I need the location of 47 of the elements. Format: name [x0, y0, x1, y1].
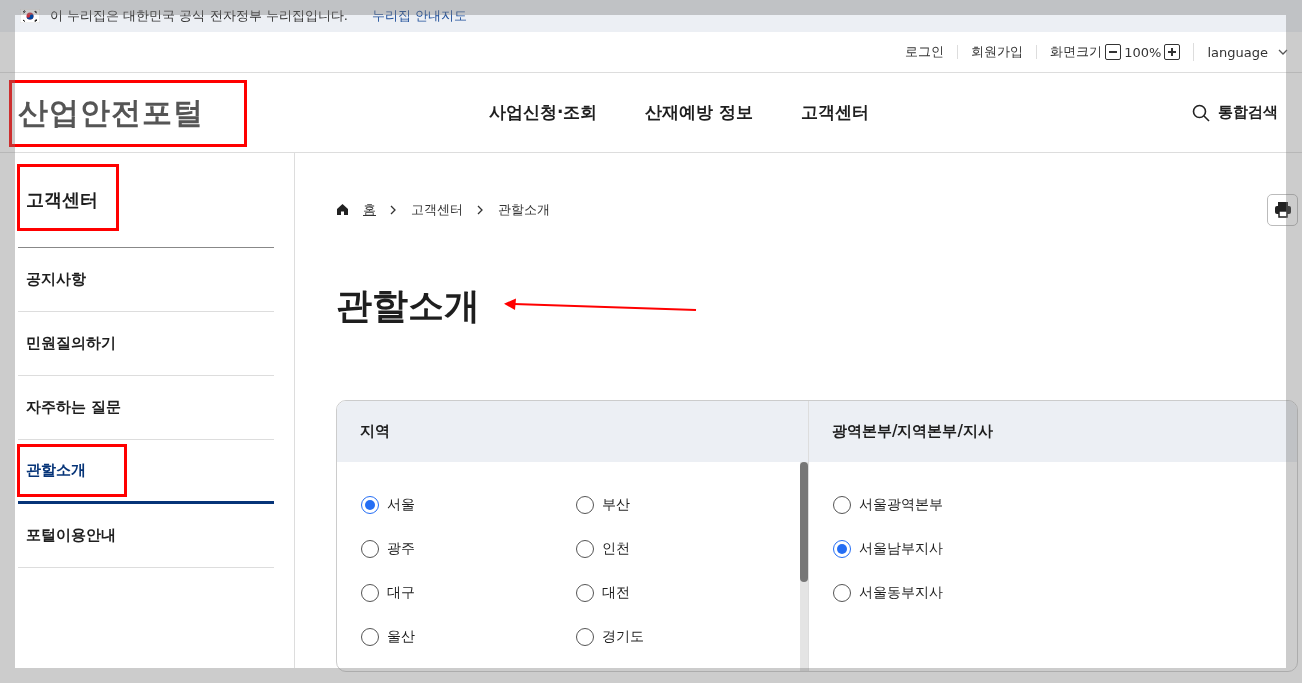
search-button[interactable]: 통합검색	[1192, 103, 1278, 122]
chevron-right-icon	[390, 204, 397, 215]
column-header: 광역본부/지역본부/지사	[809, 401, 1297, 462]
search-icon	[1192, 103, 1210, 122]
print-button[interactable]	[1267, 193, 1298, 226]
zoom-out-button[interactable]	[1105, 44, 1122, 60]
site-logo[interactable]: 산업안전포털	[12, 83, 244, 144]
radio-option[interactable]: 서울광역본부	[833, 495, 1297, 515]
page-title: 관할소개	[336, 283, 480, 328]
nav-link[interactable]: 산재예방 정보	[645, 101, 754, 124]
radio-option[interactable]: 인천	[576, 539, 791, 559]
sidebar-item[interactable]: 공지사항	[18, 248, 274, 312]
radio-option[interactable]: 대전	[576, 583, 791, 603]
radio-option[interactable]: 부산	[576, 495, 791, 515]
language-select[interactable]: language	[1194, 44, 1288, 60]
printer-icon	[1273, 201, 1292, 218]
chevron-right-icon	[477, 204, 484, 215]
flag-icon	[20, 9, 40, 23]
banner-link[interactable]: 누리집 안내지도	[371, 7, 467, 25]
banner-text: 이 누리집은 대한민국 공식 전자정부 누리집입니다.	[50, 7, 348, 25]
radio-option[interactable]: 대구	[361, 583, 576, 603]
sidebar-item[interactable]: 자주하는 질문	[18, 376, 274, 440]
sidebar-item[interactable]: 관할소개	[18, 440, 274, 504]
nav-link[interactable]: 고객센터	[801, 101, 870, 124]
radio-option[interactable]: 서울	[361, 495, 576, 515]
scrollbar[interactable]	[800, 462, 808, 671]
sidebar-item[interactable]: 포털이용안내	[18, 504, 274, 568]
utility-link[interactable]: 로그인	[892, 45, 959, 59]
radio-option[interactable]: 경기도	[576, 627, 791, 647]
breadcrumb-link[interactable]: 고객센터	[411, 200, 463, 219]
breadcrumb-link[interactable]: 홈	[363, 200, 376, 219]
sidebar-title: 고객센터	[18, 165, 118, 230]
breadcrumb-link[interactable]: 관할소개	[498, 200, 550, 219]
sidebar-item[interactable]: 민원질의하기	[18, 312, 274, 376]
zoom-in-button[interactable]	[1164, 44, 1181, 60]
zoom-label: 화면크기	[1050, 43, 1103, 61]
utility-link[interactable]: 회원가입	[958, 45, 1038, 59]
radio-option[interactable]: 서울동부지사	[833, 583, 1297, 603]
nav-link[interactable]: 사업신청·조회	[489, 101, 598, 124]
radio-option[interactable]: 광주	[361, 539, 576, 559]
column-header: 지역	[337, 401, 808, 462]
zoom-value: 100%	[1124, 44, 1162, 60]
chevron-down-icon	[1278, 49, 1288, 55]
home-icon	[336, 203, 349, 216]
radio-option[interactable]: 울산	[361, 627, 576, 647]
radio-option[interactable]: 서울남부지사	[833, 539, 1297, 559]
plus-icon	[1167, 47, 1178, 57]
